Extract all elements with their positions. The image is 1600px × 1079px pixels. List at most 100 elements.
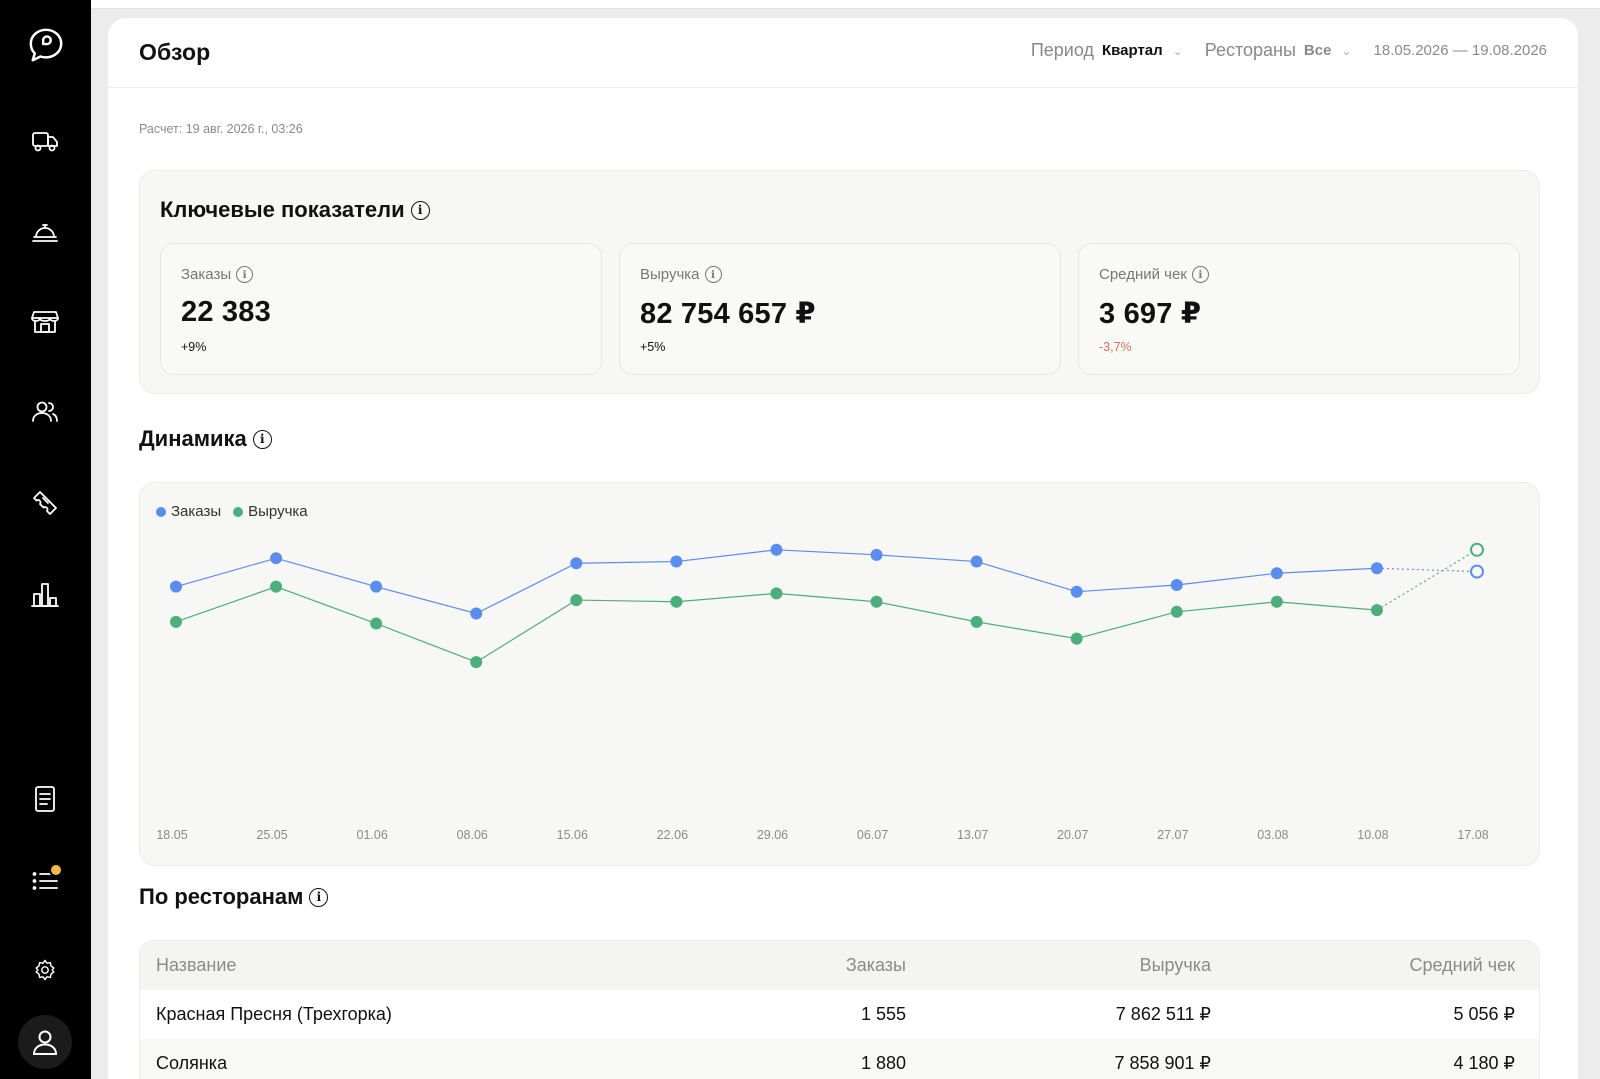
data-point <box>170 580 182 593</box>
data-point <box>670 595 683 608</box>
kpi-delta: +5% <box>640 340 666 354</box>
bar-chart-icon[interactable] <box>26 576 64 614</box>
kpi-title-text: Ключевые показатели <box>160 197 405 222</box>
cell-revenue: 7 862 511 ₽ <box>1115 1004 1211 1024</box>
restaurants-select[interactable]: Все <box>1304 42 1332 59</box>
data-point <box>370 617 383 630</box>
series-projection-line <box>1376 549 1478 611</box>
legend-label: Заказы <box>171 503 222 520</box>
page-title: Обзор <box>139 39 211 65</box>
restaurants-title-text: По ресторанам <box>139 884 304 909</box>
info-icon[interactable]: i <box>704 266 722 283</box>
legend-label: Выручка <box>248 503 308 520</box>
kpi-label-text: Средний чек <box>1099 266 1187 283</box>
cell-name: Солянка <box>156 1053 228 1073</box>
x-tick-label: 08.06 <box>457 828 488 842</box>
page-header: Обзор Период Квартал ⌄ Рестораны Все ⌄ 1… <box>108 18 1578 88</box>
data-point <box>1070 632 1083 645</box>
list-icon[interactable] <box>26 862 64 900</box>
info-icon[interactable]: i <box>309 887 329 907</box>
column-header-orders[interactable]: Заказы <box>736 955 906 976</box>
x-tick-label: 10.08 <box>1357 828 1388 842</box>
data-point <box>1370 604 1383 617</box>
cell-average-check: 4 180 ₽ <box>1453 1053 1516 1073</box>
legend-item-revenue[interactable]: Выручка <box>233 503 308 520</box>
kpi-section-title: Ключевые показатели i <box>160 197 430 223</box>
x-tick-label: 03.08 <box>1257 828 1288 842</box>
table-row[interactable]: Красная Пресня (Трехгорка) 1 555 7 862 5… <box>140 990 1539 1039</box>
cell-orders: 1 555 <box>860 1004 906 1024</box>
kpi-value: 22 383 <box>181 296 271 328</box>
main-content: Обзор Период Квартал ⌄ Рестораны Все ⌄ 1… <box>108 18 1578 1079</box>
cloche-icon[interactable] <box>26 212 64 250</box>
kpi-label: Выручка i <box>640 266 722 283</box>
info-icon[interactable]: i <box>252 429 272 449</box>
kpi-label: Средний чек i <box>1099 266 1209 283</box>
restaurants-label: Рестораны <box>1204 40 1296 60</box>
data-point <box>770 543 783 556</box>
table-row[interactable]: Солянка 1 880 7 858 901 ₽ 4 180 ₽ <box>140 1039 1539 1079</box>
top-border <box>91 0 1600 9</box>
data-point <box>1470 564 1484 579</box>
chevron-down-icon[interactable]: ⌄ <box>1341 44 1351 58</box>
chevron-down-icon[interactable]: ⌄ <box>1173 44 1183 58</box>
data-point <box>1170 579 1183 591</box>
chat-bubble-logo-icon[interactable] <box>27 26 65 64</box>
restaurants-table: Название Заказы Выручка Средний чек Крас… <box>139 940 1540 1079</box>
dynamics-section-title: Динамика i <box>139 426 272 452</box>
kpi-panel: Ключевые показатели i Заказы i 22 383 +9%… <box>139 170 1540 394</box>
date-range-picker[interactable]: 18.05.2026 — 19.08.2026 <box>1374 42 1547 59</box>
store-icon[interactable] <box>26 302 64 340</box>
profile-icon[interactable] <box>18 1015 72 1069</box>
kpi-delta: -3,7% <box>1099 340 1132 354</box>
data-point <box>870 548 883 561</box>
filters-bar: Период Квартал ⌄ Рестораны Все ⌄ 18.05.2… <box>1031 40 1547 61</box>
x-tick-label: 01.06 <box>357 828 388 842</box>
x-tick-label: 20.07 <box>1057 828 1088 842</box>
column-header-average-check[interactable]: Средний чек <box>1211 955 1515 976</box>
legend-dot <box>233 506 244 517</box>
kpi-cards: Заказы i 22 383 +9% Выручка i 82 754 657 ₽… <box>160 243 1520 375</box>
data-point <box>570 594 583 607</box>
data-point <box>1270 595 1283 608</box>
data-point <box>970 615 983 628</box>
legend-item-orders[interactable]: Заказы <box>156 503 221 520</box>
info-icon[interactable]: i <box>236 266 254 283</box>
info-icon[interactable]: i <box>410 200 430 220</box>
series-line-orders <box>175 549 1377 615</box>
kpi-label-text: Заказы <box>181 266 232 283</box>
cell-name: Красная Пресня (Трехгорка) <box>156 1004 392 1024</box>
kpi-value: 82 754 657 ₽ <box>640 298 816 330</box>
data-point <box>370 580 383 593</box>
column-header-name[interactable]: Название <box>156 955 736 976</box>
x-tick-label: 15.06 <box>557 828 588 842</box>
ticket-icon[interactable] <box>26 484 64 522</box>
notification-dot <box>49 863 63 877</box>
kpi-label: Заказы i <box>181 266 254 283</box>
data-point <box>470 607 483 620</box>
data-point <box>1470 542 1484 557</box>
column-header-revenue[interactable]: Выручка <box>906 955 1211 976</box>
info-icon[interactable]: i <box>1191 266 1209 283</box>
data-point <box>270 552 283 565</box>
kpi-card-orders: Заказы i 22 383 +9% <box>160 243 602 375</box>
data-point <box>670 555 683 568</box>
cell-revenue: 7 858 901 ₽ <box>1114 1053 1211 1073</box>
truck-icon[interactable] <box>26 121 64 159</box>
document-icon[interactable] <box>26 780 64 818</box>
x-tick-label: 06.07 <box>857 828 888 842</box>
sidebar <box>0 0 91 1079</box>
data-point <box>570 557 583 570</box>
settings-icon[interactable] <box>26 951 64 989</box>
x-tick-label: 29.06 <box>757 828 788 842</box>
cell-orders: 1 880 <box>860 1053 906 1073</box>
x-tick-label: 18.05 <box>156 828 187 842</box>
data-point <box>870 595 883 608</box>
period-select[interactable]: Квартал <box>1102 42 1163 59</box>
users-icon[interactable] <box>26 393 64 431</box>
chart-legend: Заказы Выручка <box>156 503 308 520</box>
series-projection-line <box>1376 567 1478 573</box>
x-tick-label: 25.05 <box>256 828 287 842</box>
kpi-value: 3 697 ₽ <box>1099 298 1202 330</box>
kpi-card-average-check: Средний чек i 3 697 ₽ -3,7% <box>1078 243 1520 375</box>
